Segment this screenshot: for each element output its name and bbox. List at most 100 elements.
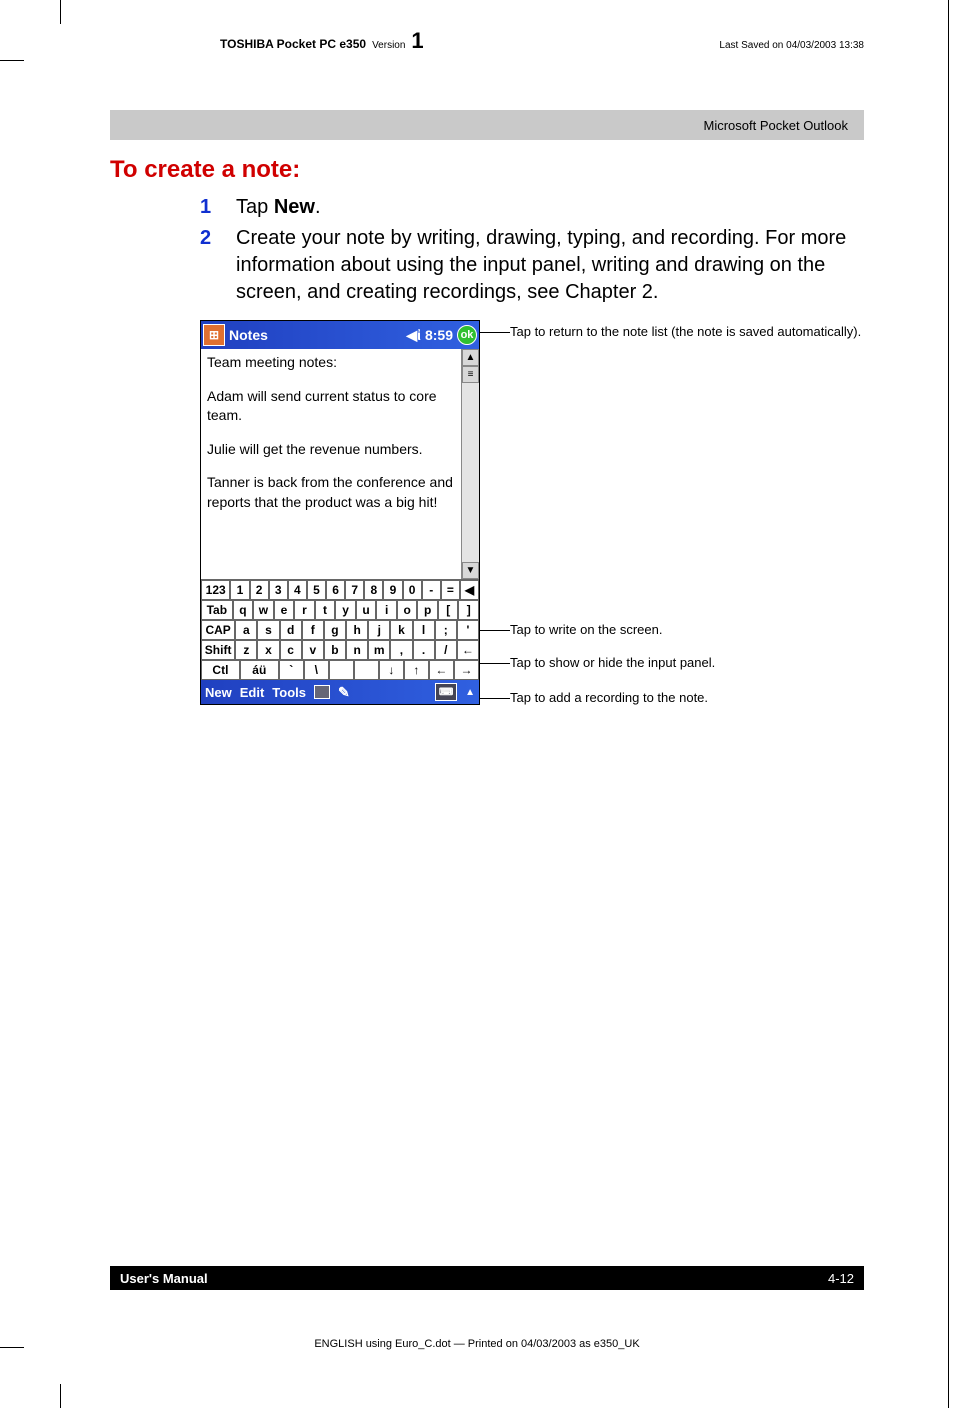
menu-edit[interactable]: Edit <box>240 685 265 700</box>
clock: 8:59 <box>425 327 453 343</box>
key-t[interactable]: t <box>315 600 336 620</box>
annotation-text: Tap to show or hide the input panel. <box>510 655 715 670</box>
key-←[interactable]: ← <box>429 660 454 680</box>
key-Tab[interactable]: Tab <box>201 600 233 620</box>
key-Shift[interactable]: Shift <box>201 640 235 660</box>
footer-left: User's Manual <box>120 1271 208 1286</box>
key-b[interactable]: b <box>324 640 346 660</box>
key-=[interactable]: = <box>441 580 460 600</box>
key-1[interactable]: 1 <box>230 580 249 600</box>
key-z[interactable]: z <box>235 640 257 660</box>
scrollbar[interactable]: ▲ ≡ ▼ <box>461 349 479 579</box>
print-info: ENGLISH using Euro_C.dot — Printed on 04… <box>0 1338 954 1350</box>
step-text: Tap <box>236 196 274 218</box>
key-u[interactable]: u <box>356 600 377 620</box>
key-2[interactable]: 2 <box>250 580 269 600</box>
saved-info: Last Saved on 04/03/2003 13:38 <box>719 40 864 51</box>
key-s[interactable]: s <box>257 620 279 640</box>
start-icon[interactable]: ⊞ <box>203 324 225 346</box>
soft-keyboard[interactable]: 1231234567890-=◀Tabqwertyuiop[]CAPasdfgh… <box>201 579 479 680</box>
key-4[interactable]: 4 <box>288 580 307 600</box>
key-0[interactable]: 0 <box>403 580 422 600</box>
key-\[interactable]: \ <box>304 660 329 680</box>
scroll-up-icon[interactable]: ▲ <box>462 349 479 366</box>
key-d[interactable]: d <box>280 620 302 640</box>
scroll-track[interactable] <box>462 383 479 562</box>
sip-toggle-icon[interactable]: ⌨ <box>435 683 457 701</box>
note-body[interactable]: Team meeting notes: Adam will send curre… <box>201 349 461 579</box>
key-space[interactable] <box>329 660 354 680</box>
record-icon[interactable] <box>314 685 330 699</box>
key-`[interactable]: ` <box>279 660 304 680</box>
key-,[interactable]: , <box>390 640 412 660</box>
key-e[interactable]: e <box>274 600 295 620</box>
key-space[interactable] <box>354 660 379 680</box>
key-◀[interactable]: ◀ <box>460 580 479 600</box>
pen-icon[interactable]: ✎ <box>338 684 350 701</box>
key-h[interactable]: h <box>346 620 368 640</box>
sip-menu-icon[interactable]: ▲ <box>465 687 475 698</box>
menu-tools[interactable]: Tools <box>272 685 306 700</box>
menu-new[interactable]: New <box>205 685 232 700</box>
key-r[interactable]: r <box>294 600 315 620</box>
key-n[interactable]: n <box>346 640 368 660</box>
product-name: TOSHIBA Pocket PC e350 <box>220 37 366 51</box>
key-→[interactable]: → <box>454 660 479 680</box>
scroll-thumb[interactable]: ≡ <box>462 366 479 383</box>
note-line: Tanner is back from the conference and r… <box>207 473 455 512</box>
key-↑[interactable]: ↑ <box>404 660 429 680</box>
key-123[interactable]: 123 <box>201 580 230 600</box>
key-i[interactable]: i <box>376 600 397 620</box>
key-x[interactable]: x <box>257 640 279 660</box>
key-c[interactable]: c <box>280 640 302 660</box>
annotation-text: Tap to write on the screen. <box>510 622 662 637</box>
key-7[interactable]: 7 <box>345 580 364 600</box>
key-k[interactable]: k <box>390 620 412 640</box>
key-q[interactable]: q <box>233 600 254 620</box>
command-bar: New Edit Tools ✎ ⌨ ▲ <box>201 680 479 704</box>
key-;[interactable]: ; <box>435 620 457 640</box>
step-number: 2 <box>200 225 218 306</box>
ok-button[interactable]: ok <box>457 325 477 345</box>
chapter-bar: Microsoft Pocket Outlook <box>110 110 864 140</box>
annotation-text: Tap to add a recording to the note. <box>510 690 708 705</box>
note-line: Team meeting notes: <box>207 353 455 373</box>
key-g[interactable]: g <box>324 620 346 640</box>
key-áü[interactable]: áü <box>240 660 279 680</box>
key-[[interactable]: [ <box>438 600 459 620</box>
scroll-down-icon[interactable]: ▼ <box>462 562 479 579</box>
key-9[interactable]: 9 <box>383 580 402 600</box>
key-6[interactable]: 6 <box>326 580 345 600</box>
key--[interactable]: - <box>422 580 441 600</box>
key-f[interactable]: f <box>302 620 324 640</box>
key-/[interactable]: / <box>435 640 457 660</box>
key-.[interactable]: . <box>413 640 435 660</box>
key-o[interactable]: o <box>397 600 418 620</box>
key-w[interactable]: w <box>253 600 274 620</box>
key-y[interactable]: y <box>335 600 356 620</box>
key-j[interactable]: j <box>368 620 390 640</box>
key-CAP[interactable]: CAP <box>201 620 235 640</box>
annotation-text: Tap to return to the note list (the note… <box>510 324 861 339</box>
key-5[interactable]: 5 <box>307 580 326 600</box>
crop-mark <box>0 60 24 61</box>
crop-mark <box>60 0 61 24</box>
step-text: Create your note by writing, drawing, ty… <box>236 225 864 306</box>
key-'[interactable]: ' <box>457 620 479 640</box>
key-←[interactable]: ← <box>457 640 479 660</box>
speaker-icon[interactable]: ◀ἰ <box>406 327 421 344</box>
footer-bar: User's Manual 4-12 <box>110 1266 864 1290</box>
key-a[interactable]: a <box>235 620 257 640</box>
key-↓[interactable]: ↓ <box>379 660 404 680</box>
key-][interactable]: ] <box>458 600 479 620</box>
annotation: Tap to add a recording to the note. <box>510 690 864 707</box>
key-3[interactable]: 3 <box>269 580 288 600</box>
key-Ctl[interactable]: Ctl <box>201 660 240 680</box>
key-p[interactable]: p <box>417 600 438 620</box>
titlebar: ⊞ Notes ◀ἰ 8:59 ok <box>201 321 479 349</box>
key-m[interactable]: m <box>368 640 390 660</box>
key-8[interactable]: 8 <box>364 580 383 600</box>
key-l[interactable]: l <box>413 620 435 640</box>
crop-mark <box>60 1384 61 1408</box>
key-v[interactable]: v <box>302 640 324 660</box>
